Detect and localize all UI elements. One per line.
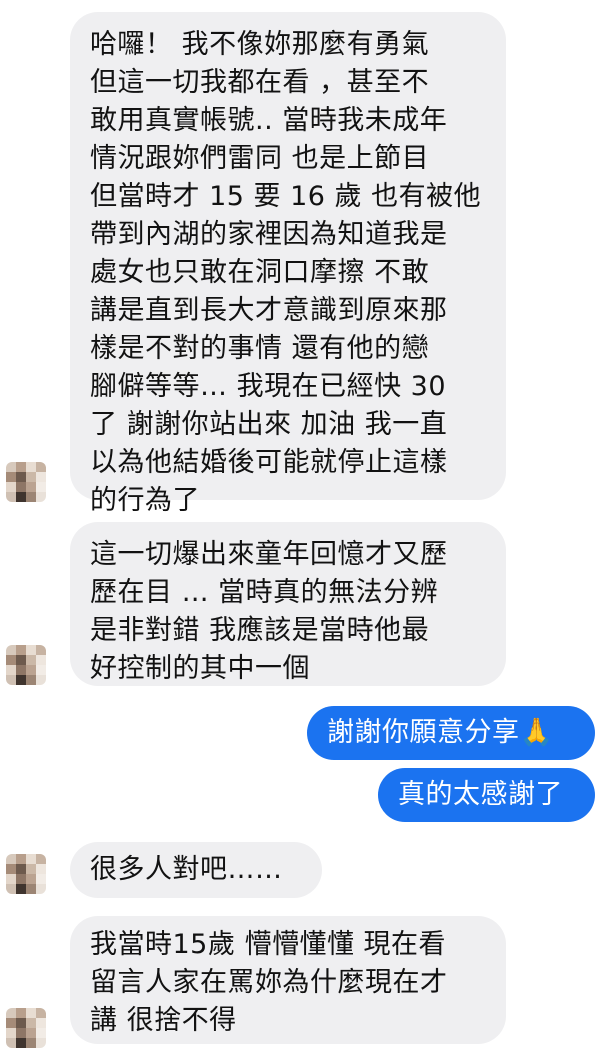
- avatar-pixel: [6, 874, 16, 884]
- message-bubble-incoming[interactable]: 這一切爆出來童年回憶才又歷 歷在目 … 當時真的無法分辨 是非對錯 我應該是當時…: [70, 522, 506, 686]
- avatar-pixel: [6, 675, 16, 685]
- avatar-pixel: [6, 1038, 16, 1048]
- avatar-pixel: [6, 655, 16, 665]
- avatar-pixel: [16, 1028, 26, 1038]
- avatar-pixel: [6, 462, 16, 472]
- avatar-pixel: [36, 462, 46, 472]
- avatar-pixel: [36, 665, 46, 675]
- avatar-pixel: [36, 1038, 46, 1048]
- avatar-pixel: [36, 472, 46, 482]
- avatar-pixel: [36, 1018, 46, 1028]
- avatar-pixel: [6, 492, 16, 502]
- avatar-pixel: [26, 864, 36, 874]
- sender-avatar[interactable]: [6, 854, 46, 894]
- avatar-pixel: [6, 482, 16, 492]
- avatar-pixel: [26, 884, 36, 894]
- avatar-pixel: [6, 1018, 16, 1028]
- avatar-pixel: [16, 665, 26, 675]
- avatar-pixel: [16, 645, 26, 655]
- avatar-pixel: [16, 492, 26, 502]
- avatar-pixel: [16, 874, 26, 884]
- message-bubble-incoming[interactable]: 很多人對吧……: [70, 842, 322, 898]
- avatar-pixel: [36, 884, 46, 894]
- avatar-pixel: [26, 854, 36, 864]
- avatar-pixel: [16, 854, 26, 864]
- sender-avatar[interactable]: [6, 1008, 46, 1048]
- avatar-pixel: [36, 854, 46, 864]
- avatar-pixel: [16, 482, 26, 492]
- avatar-pixel: [16, 462, 26, 472]
- avatar-pixel: [36, 492, 46, 502]
- avatar-pixel: [26, 1008, 36, 1018]
- avatar-pixel: [6, 854, 16, 864]
- avatar-pixel: [16, 655, 26, 665]
- message-bubble-incoming[interactable]: 我當時15歲 懵懵懂懂 現在看 留言人家在罵妳為什麼現在才 講 很捨不得: [70, 916, 506, 1044]
- message-bubble-incoming[interactable]: 哈囉！ 我不像妳那麼有勇氣 但這一切我都在看 ，甚至不 敢用真實帳號.. 當時我…: [70, 12, 506, 516]
- avatar-pixel: [26, 1018, 36, 1028]
- avatar-pixel: [16, 472, 26, 482]
- avatar-pixel: [36, 675, 46, 685]
- avatar-pixel: [26, 665, 36, 675]
- avatar-pixel: [26, 655, 36, 665]
- avatar-pixel: [16, 1018, 26, 1028]
- avatar-pixel: [26, 1038, 36, 1048]
- avatar-pixel: [6, 884, 16, 894]
- avatar-pixel: [26, 482, 36, 492]
- avatar-pixel: [16, 864, 26, 874]
- avatar-pixel: [16, 1038, 26, 1048]
- avatar-pixel: [36, 1028, 46, 1038]
- message-bubble-outgoing[interactable]: 真的太感謝了: [378, 768, 595, 822]
- avatar-pixel: [26, 645, 36, 655]
- avatar-pixel: [36, 645, 46, 655]
- sender-avatar[interactable]: [6, 462, 46, 502]
- avatar-pixel: [36, 874, 46, 884]
- avatar-pixel: [26, 675, 36, 685]
- message-bubble-outgoing[interactable]: 謝謝你願意分享🙏: [307, 706, 595, 760]
- avatar-pixel: [6, 472, 16, 482]
- avatar-pixel: [26, 462, 36, 472]
- avatar-pixel: [36, 864, 46, 874]
- avatar-pixel: [26, 472, 36, 482]
- avatar-pixel: [6, 1028, 16, 1038]
- avatar-pixel: [16, 675, 26, 685]
- avatar-pixel: [36, 482, 46, 492]
- avatar-pixel: [6, 864, 16, 874]
- avatar-pixel: [26, 492, 36, 502]
- avatar-pixel: [16, 1008, 26, 1018]
- avatar-pixel: [6, 1008, 16, 1018]
- sender-avatar[interactable]: [6, 645, 46, 685]
- avatar-pixel: [6, 665, 16, 675]
- avatar-pixel: [26, 1028, 36, 1038]
- avatar-pixel: [36, 1008, 46, 1018]
- avatar-pixel: [16, 884, 26, 894]
- avatar-pixel: [26, 874, 36, 884]
- avatar-pixel: [36, 655, 46, 665]
- avatar-pixel: [6, 645, 16, 655]
